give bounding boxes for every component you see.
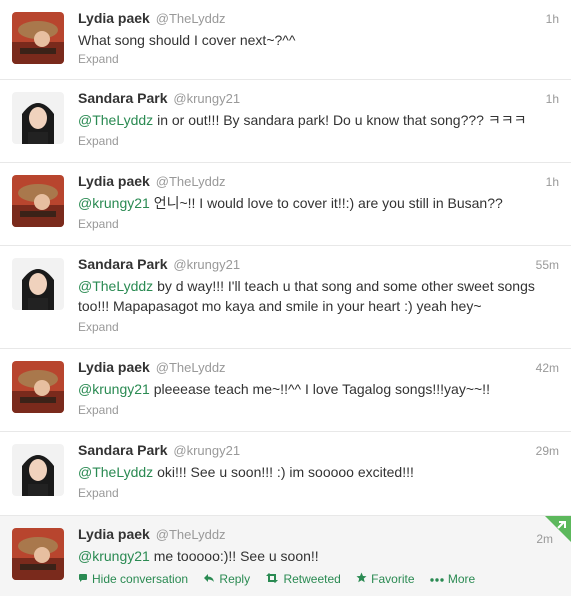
tweet-item[interactable]: Lydia paek @TheLyddz 42m @krungy21 pleee…	[0, 349, 571, 432]
favorite-label: Favorite	[371, 572, 415, 586]
tweet-timestamp[interactable]: 1h	[546, 92, 559, 106]
tweet-item[interactable]: Sandara Park @krungy21 55m @TheLyddz by …	[0, 246, 571, 349]
tweet-body: pleeease teach me~!!^^ I love Tagalog so…	[149, 381, 490, 397]
tweet-username[interactable]: @TheLyddz	[156, 174, 226, 189]
tweet-mention[interactable]: @TheLyddz	[78, 278, 153, 294]
tweet-text: @krungy21 pleeease teach me~!!^^ I love …	[78, 379, 558, 399]
more-button[interactable]: More	[430, 572, 475, 586]
avatar-lydia[interactable]	[12, 361, 64, 413]
tweet-header: Lydia paek @TheLyddz	[78, 359, 226, 375]
avatar-sandara[interactable]	[12, 258, 64, 310]
tweet-fullname[interactable]: Lydia paek	[78, 359, 150, 375]
avatar-lydia[interactable]	[12, 175, 64, 227]
expand-link[interactable]: Expand	[78, 217, 119, 231]
tweet-text: What song should I cover next~?^^	[78, 30, 558, 50]
tweet-fullname[interactable]: Lydia paek	[78, 173, 150, 189]
tweet-fullname[interactable]: Sandara Park	[78, 442, 168, 458]
avatar-sandara[interactable]	[12, 444, 64, 496]
tweet-header: Sandara Park @krungy21	[78, 90, 240, 106]
tweet-body: me tooooo:)!! See u soon!!	[149, 548, 319, 564]
expand-link[interactable]: Expand	[78, 486, 119, 500]
tweet-fullname[interactable]: Sandara Park	[78, 90, 168, 106]
tweet-item[interactable]: Lydia paek @TheLyddz 1h @krungy21 언니~!! …	[0, 163, 571, 246]
tweet-mention[interactable]: @krungy21	[78, 195, 150, 211]
tweet-body: in or out!!! By sandara park! Do u know …	[153, 112, 527, 128]
tweet-header: Sandara Park @krungy21	[78, 256, 240, 272]
tweet-body: 언니~!! I would love to cover it!!:) are y…	[149, 195, 503, 211]
tweet-username[interactable]: @krungy21	[173, 91, 240, 106]
tweet-text: @TheLyddz in or out!!! By sandara park! …	[78, 110, 558, 130]
tweet-body: What song should I cover next~?^^	[78, 32, 296, 48]
reply-icon	[203, 572, 215, 586]
tweet-item[interactable]: Sandara Park @krungy21 1h @TheLyddz in o…	[0, 80, 571, 163]
tweet-username[interactable]: @TheLyddz	[156, 527, 226, 542]
retweeted-label: Retweeted	[283, 572, 341, 586]
tweet-timestamp[interactable]: 55m	[536, 258, 559, 272]
hide-conversation-label: Hide conversation	[92, 572, 189, 586]
expand-link[interactable]: Expand	[78, 320, 119, 334]
tweet-header: Lydia paek @TheLyddz	[78, 526, 226, 542]
tweet-header: Lydia paek @TheLyddz	[78, 10, 226, 26]
reply-button[interactable]: Reply	[203, 572, 250, 586]
expand-link[interactable]: Expand	[78, 134, 119, 148]
tweet-fullname[interactable]: Lydia paek	[78, 526, 150, 542]
avatar-sandara[interactable]	[12, 92, 64, 144]
tweet-body: oki!!! See u soon!!! :) im sooooo excite…	[153, 464, 414, 480]
hide-conversation-button[interactable]: Hide conversation	[78, 572, 188, 586]
tweet-timestamp[interactable]: 2m	[536, 532, 553, 546]
tweet-timestamp[interactable]: 1h	[546, 12, 559, 26]
more-icon	[430, 572, 444, 586]
tweet-fullname[interactable]: Lydia paek	[78, 10, 150, 26]
tweet-username[interactable]: @krungy21	[173, 257, 240, 272]
tweet-actions: Hide conversation Reply Retweeted Favori…	[78, 572, 487, 586]
tweet-mention[interactable]: @krungy21	[78, 381, 150, 397]
retweeted-button[interactable]: Retweeted	[265, 572, 341, 586]
tweet-item[interactable]: Lydia paek @TheLyddz 2m @krungy21 me too…	[0, 516, 571, 596]
tweet-item[interactable]: Sandara Park @krungy21 29m @TheLyddz oki…	[0, 432, 571, 516]
expand-link[interactable]: Expand	[78, 52, 119, 66]
tweet-mention[interactable]: @TheLyddz	[78, 112, 153, 128]
tweet-item[interactable]: Lydia paek @TheLyddz 1h What song should…	[0, 0, 571, 80]
tweet-timestamp[interactable]: 29m	[536, 444, 559, 458]
tweet-text: @TheLyddz oki!!! See u soon!!! :) im soo…	[78, 462, 558, 482]
avatar-lydia[interactable]	[12, 528, 64, 580]
tweet-mention[interactable]: @krungy21	[78, 548, 150, 564]
tweet-timestamp[interactable]: 1h	[546, 175, 559, 189]
retweet-icon	[265, 572, 279, 586]
tweet-header: Sandara Park @krungy21	[78, 442, 240, 458]
tweet-text: @TheLyddz by d way!!! I'll teach u that …	[78, 276, 558, 316]
tweet-header: Lydia paek @TheLyddz	[78, 173, 226, 189]
tweet-timeline: Lydia paek @TheLyddz 1h What song should…	[0, 0, 571, 596]
conversation-icon	[78, 572, 88, 586]
tweet-mention[interactable]: @TheLyddz	[78, 464, 153, 480]
tweet-username[interactable]: @TheLyddz	[156, 360, 226, 375]
tweet-timestamp[interactable]: 42m	[536, 361, 559, 375]
tweet-username[interactable]: @krungy21	[173, 443, 240, 458]
tweet-username[interactable]: @TheLyddz	[156, 11, 226, 26]
reply-label: Reply	[219, 572, 251, 586]
tweet-fullname[interactable]: Sandara Park	[78, 256, 168, 272]
tweet-text: @krungy21 me tooooo:)!! See u soon!!	[78, 546, 558, 566]
more-label: More	[447, 572, 476, 586]
favorite-button[interactable]: Favorite	[356, 572, 415, 586]
tweet-text: @krungy21 언니~!! I would love to cover it…	[78, 193, 558, 213]
star-icon	[356, 572, 367, 586]
expand-link[interactable]: Expand	[78, 403, 119, 417]
avatar-lydia[interactable]	[12, 12, 64, 64]
